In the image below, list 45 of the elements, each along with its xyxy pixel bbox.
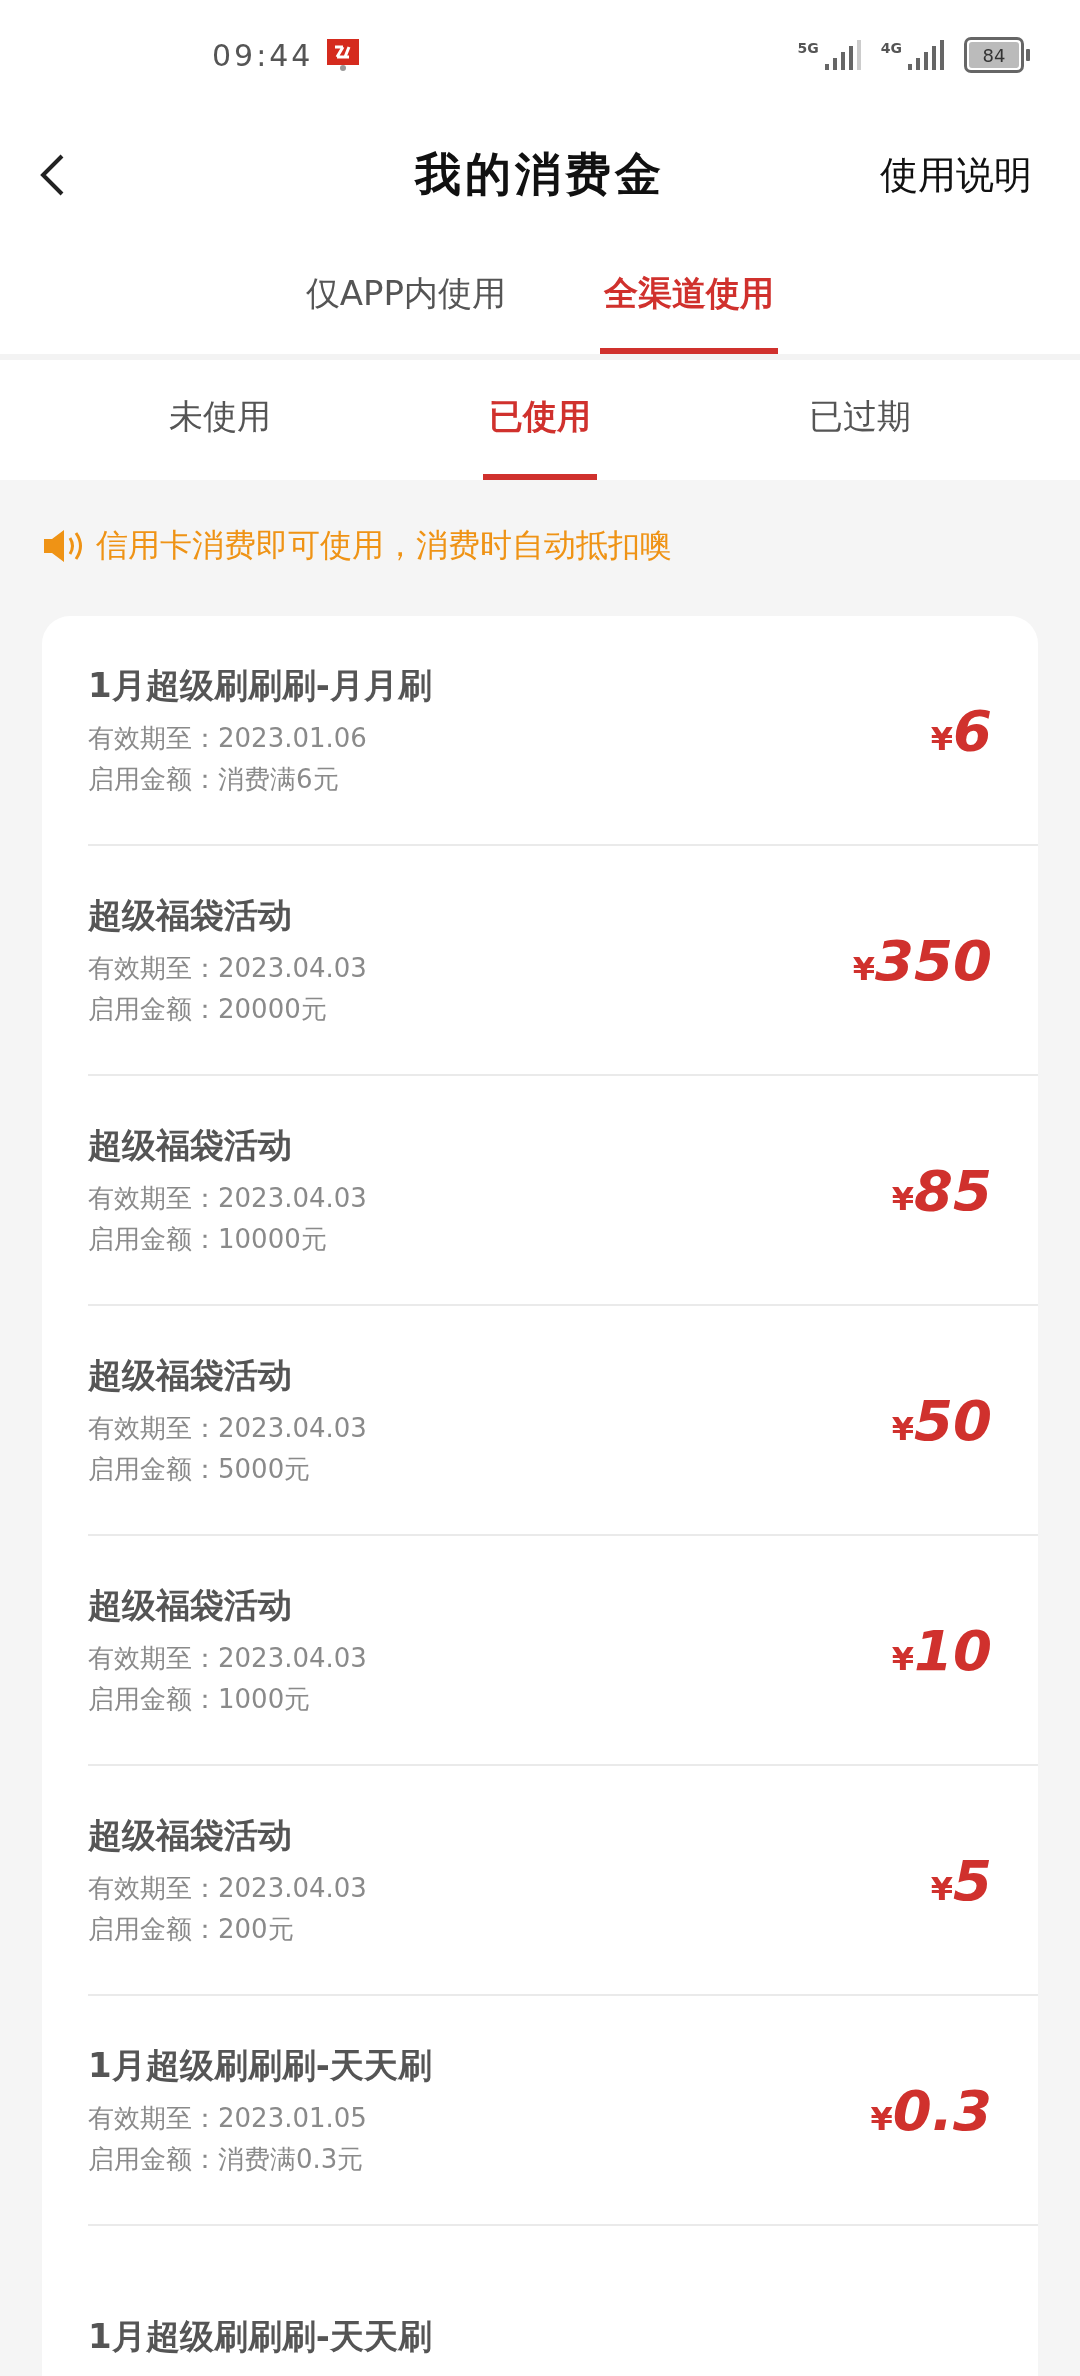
network-label: 5G (797, 40, 819, 56)
network-label: 4G (880, 40, 902, 56)
page-title: 我的消费金 (413, 146, 666, 203)
coupon-amount: ¥6 (930, 697, 992, 763)
coupon-amount: ¥0.3 (870, 2077, 992, 2143)
tab[interactable]: 已使用 (483, 360, 597, 480)
expiry-date: 有效期至：2023.04.03 (88, 1182, 368, 1215)
coupon-amount: ¥350 (852, 927, 992, 993)
coupon-title: 超级福袋活动 (88, 1584, 293, 1627)
expiry-date: 有效期至：2023.01.06 (88, 722, 368, 755)
minimum-spend: 启用金额：200元 (88, 1913, 295, 1946)
notice-text: 信用卡消费即可使用，消费时自动抵扣噢 (96, 525, 672, 566)
tab[interactable]: 仅APP内使用 (301, 240, 511, 354)
expiry-date: 有效期至：2023.04.03 (88, 952, 368, 985)
coupon-title: 1月超级刷刷刷-天天刷 (88, 2044, 433, 2087)
coupon-amount: ¥5 (930, 1847, 992, 1913)
minimum-spend: 启用金额：5000元 (88, 1453, 312, 1486)
expiry-date: 有效期至：2023.04.03 (88, 1412, 368, 1445)
app-notification-icon (327, 39, 360, 71)
coupon-amount: ¥85 (891, 1157, 992, 1223)
expiry-date: 有效期至：2023.04.03 (88, 1642, 368, 1675)
usage-instructions-link[interactable]: 使用说明 (880, 149, 1032, 201)
minimum-spend: 启用金额：20000元 (88, 993, 328, 1026)
coupon-amount: ¥50 (891, 1387, 992, 1453)
signal-icon (906, 40, 946, 70)
expiry-date: 有效期至：2023.01.05 (88, 2102, 368, 2135)
signal-icon (822, 40, 863, 70)
minimum-spend: 启用金额：消费满0.3元 (88, 2143, 365, 2176)
coupon-title: 1月超级刷刷刷-天天刷 (88, 2315, 433, 2358)
expiry-date: 有效期至：2023.04.03 (88, 1872, 368, 1905)
battery-level: 84 (982, 44, 1006, 66)
coupon-title: 超级福袋活动 (88, 1354, 293, 1397)
status-time: 09:44 (212, 37, 314, 73)
coupon-title: 1月超级刷刷刷-月月刷 (88, 664, 433, 707)
tab[interactable]: 未使用 (163, 360, 277, 480)
coupon-title: 超级福袋活动 (88, 894, 293, 937)
tab[interactable]: 全渠道使用 (600, 240, 779, 354)
coupon-title: 超级福袋活动 (88, 1814, 293, 1857)
coupon-title: 超级福袋活动 (88, 1124, 293, 1167)
tab[interactable]: 已过期 (803, 360, 917, 480)
coupon-amount: ¥10 (891, 1617, 992, 1683)
back-icon[interactable] (38, 153, 66, 197)
minimum-spend: 启用金额：消费满6元 (88, 763, 340, 796)
minimum-spend: 启用金额：1000元 (88, 1683, 312, 1716)
minimum-spend: 启用金额：10000元 (88, 1223, 328, 1256)
